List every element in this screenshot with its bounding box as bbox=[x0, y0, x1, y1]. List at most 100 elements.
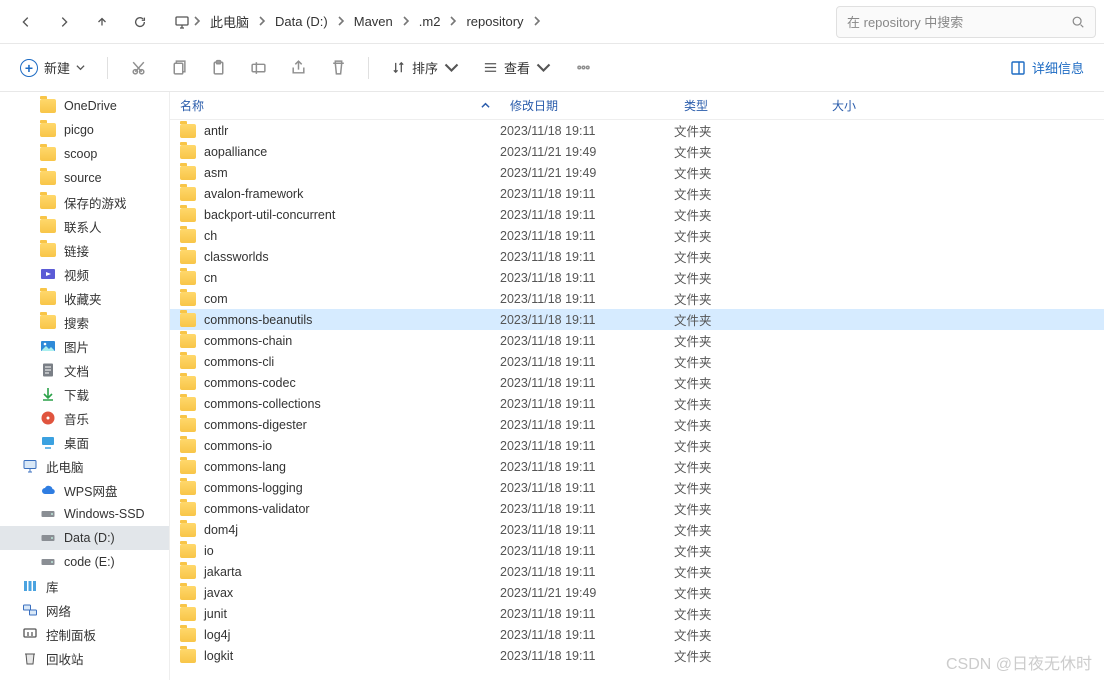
cut-button[interactable] bbox=[120, 51, 156, 85]
sidebar-item[interactable]: 收藏夹 bbox=[0, 286, 169, 310]
sidebar-item[interactable]: OneDrive bbox=[0, 94, 169, 118]
sidebar-item[interactable]: Data (D:) bbox=[0, 526, 169, 550]
delete-button[interactable] bbox=[320, 51, 356, 85]
table-row[interactable]: commons-codec2023/11/18 19:11文件夹 bbox=[170, 372, 1104, 393]
sidebar-item[interactable]: picgo bbox=[0, 118, 169, 142]
row-type: 文件夹 bbox=[674, 604, 822, 623]
sidebar-item[interactable]: 回收站 bbox=[0, 646, 169, 670]
sidebar-item[interactable]: 下载 bbox=[0, 382, 169, 406]
sidebar-item[interactable]: 图片 bbox=[0, 334, 169, 358]
folder-icon bbox=[180, 502, 196, 516]
breadcrumb[interactable]: 此电脑 Data (D:) Maven .m2 repository bbox=[168, 6, 826, 38]
sidebar-item[interactable]: 网络 bbox=[0, 598, 169, 622]
down-icon bbox=[40, 386, 56, 402]
sidebar-item[interactable]: 保存的游戏 bbox=[0, 190, 169, 214]
table-row[interactable]: junit2023/11/18 19:11文件夹 bbox=[170, 603, 1104, 624]
up-button[interactable] bbox=[84, 6, 120, 38]
more-button[interactable] bbox=[565, 51, 601, 85]
folder-icon bbox=[180, 124, 196, 138]
row-date: 2023/11/18 19:11 bbox=[500, 250, 674, 264]
table-row[interactable]: dom4j2023/11/18 19:11文件夹 bbox=[170, 519, 1104, 540]
row-type: 文件夹 bbox=[674, 205, 822, 224]
crumb[interactable]: repository bbox=[460, 12, 529, 31]
sidebar-item[interactable]: 文档 bbox=[0, 358, 169, 382]
pc-icon bbox=[22, 458, 38, 474]
table-row[interactable]: commons-collections2023/11/18 19:11文件夹 bbox=[170, 393, 1104, 414]
table-row[interactable]: backport-util-concurrent2023/11/18 19:11… bbox=[170, 204, 1104, 225]
paste-button[interactable] bbox=[200, 51, 236, 85]
table-row[interactable]: cn2023/11/18 19:11文件夹 bbox=[170, 267, 1104, 288]
search-input[interactable]: 在 repository 中搜索 bbox=[836, 6, 1096, 38]
sidebar-item[interactable]: 库 bbox=[0, 574, 169, 598]
table-row[interactable]: log4j2023/11/18 19:11文件夹 bbox=[170, 624, 1104, 645]
file-list[interactable]: antlr2023/11/18 19:11文件夹aopalliance2023/… bbox=[170, 120, 1104, 680]
sidebar-item-label: 视频 bbox=[64, 265, 89, 284]
row-date: 2023/11/18 19:11 bbox=[500, 628, 674, 642]
sidebar-item[interactable]: 联系人 bbox=[0, 214, 169, 238]
row-name: backport-util-concurrent bbox=[204, 208, 335, 222]
table-row[interactable]: aopalliance2023/11/21 19:49文件夹 bbox=[170, 141, 1104, 162]
sidebar-item[interactable]: 链接 bbox=[0, 238, 169, 262]
row-name: junit bbox=[204, 607, 227, 621]
folder-icon bbox=[180, 355, 196, 369]
crumb-label: 此电脑 bbox=[210, 12, 249, 31]
table-row[interactable]: com2023/11/18 19:11文件夹 bbox=[170, 288, 1104, 309]
table-row[interactable]: io2023/11/18 19:11文件夹 bbox=[170, 540, 1104, 561]
sidebar-item[interactable]: 桌面 bbox=[0, 430, 169, 454]
col-type[interactable]: 类型 bbox=[674, 97, 822, 114]
sidebar-item[interactable]: 搜索 bbox=[0, 310, 169, 334]
table-row[interactable]: javax2023/11/21 19:49文件夹 bbox=[170, 582, 1104, 603]
sidebar-item[interactable]: scoop bbox=[0, 142, 169, 166]
sidebar-item[interactable]: code (E:) bbox=[0, 550, 169, 574]
share-button[interactable] bbox=[280, 51, 316, 85]
table-row[interactable]: commons-digester2023/11/18 19:11文件夹 bbox=[170, 414, 1104, 435]
sidebar[interactable]: OneDrive picgoscoopsource保存的游戏联系人链接视频收藏夹搜… bbox=[0, 92, 170, 680]
details-button[interactable]: 详细信息 bbox=[1000, 51, 1094, 85]
sidebar-item[interactable]: source bbox=[0, 166, 169, 190]
divider bbox=[368, 57, 369, 79]
sidebar-item[interactable]: 控制面板 bbox=[0, 622, 169, 646]
crumb[interactable]: .m2 bbox=[413, 12, 447, 31]
crumb[interactable]: Data (D:) bbox=[269, 12, 334, 31]
crumb[interactable]: Maven bbox=[348, 12, 399, 31]
table-row[interactable]: commons-chain2023/11/18 19:11文件夹 bbox=[170, 330, 1104, 351]
table-row[interactable]: classworlds2023/11/18 19:11文件夹 bbox=[170, 246, 1104, 267]
rename-button[interactable] bbox=[240, 51, 276, 85]
sidebar-item-label: 控制面板 bbox=[46, 625, 96, 644]
table-row[interactable]: commons-lang2023/11/18 19:11文件夹 bbox=[170, 456, 1104, 477]
table-row[interactable]: commons-cli2023/11/18 19:11文件夹 bbox=[170, 351, 1104, 372]
table-row[interactable]: commons-logging2023/11/18 19:11文件夹 bbox=[170, 477, 1104, 498]
folder-icon bbox=[40, 315, 56, 329]
table-row[interactable]: commons-beanutils2023/11/18 19:11文件夹 bbox=[170, 309, 1104, 330]
sidebar-item[interactable]: Windows-SSD bbox=[0, 502, 169, 526]
folder-icon bbox=[40, 123, 56, 137]
new-button[interactable]: + 新建 bbox=[10, 51, 95, 85]
table-row[interactable]: commons-validator2023/11/18 19:11文件夹 bbox=[170, 498, 1104, 519]
col-date[interactable]: 修改日期 bbox=[500, 97, 674, 114]
table-row[interactable]: asm2023/11/21 19:49文件夹 bbox=[170, 162, 1104, 183]
copy-button[interactable] bbox=[160, 51, 196, 85]
sidebar-item[interactable]: 音乐 bbox=[0, 406, 169, 430]
table-row[interactable]: logkit2023/11/18 19:11文件夹 bbox=[170, 645, 1104, 666]
table-row[interactable]: commons-io2023/11/18 19:11文件夹 bbox=[170, 435, 1104, 456]
table-row[interactable]: jakarta2023/11/18 19:11文件夹 bbox=[170, 561, 1104, 582]
sidebar-item-label: 此电脑 bbox=[46, 457, 84, 476]
folder-icon bbox=[40, 147, 56, 161]
sort-button[interactable]: 排序 bbox=[381, 51, 469, 85]
view-button[interactable]: 查看 bbox=[473, 51, 561, 85]
sidebar-item[interactable]: 此电脑 bbox=[0, 454, 169, 478]
col-name[interactable]: 名称 bbox=[170, 97, 500, 114]
forward-button[interactable] bbox=[46, 6, 82, 38]
sidebar-item-label: OneDrive bbox=[64, 99, 117, 113]
refresh-button[interactable] bbox=[122, 6, 158, 38]
sidebar-item[interactable]: WPS网盘 bbox=[0, 478, 169, 502]
table-row[interactable]: antlr2023/11/18 19:11文件夹 bbox=[170, 120, 1104, 141]
table-row[interactable]: avalon-framework2023/11/18 19:11文件夹 bbox=[170, 183, 1104, 204]
crumb[interactable]: 此电脑 bbox=[204, 10, 255, 33]
row-name: commons-cli bbox=[204, 355, 274, 369]
back-button[interactable] bbox=[8, 6, 44, 38]
col-size[interactable]: 大小 bbox=[822, 97, 922, 114]
table-row[interactable]: ch2023/11/18 19:11文件夹 bbox=[170, 225, 1104, 246]
sidebar-item[interactable]: 视频 bbox=[0, 262, 169, 286]
bin-icon bbox=[22, 650, 38, 666]
